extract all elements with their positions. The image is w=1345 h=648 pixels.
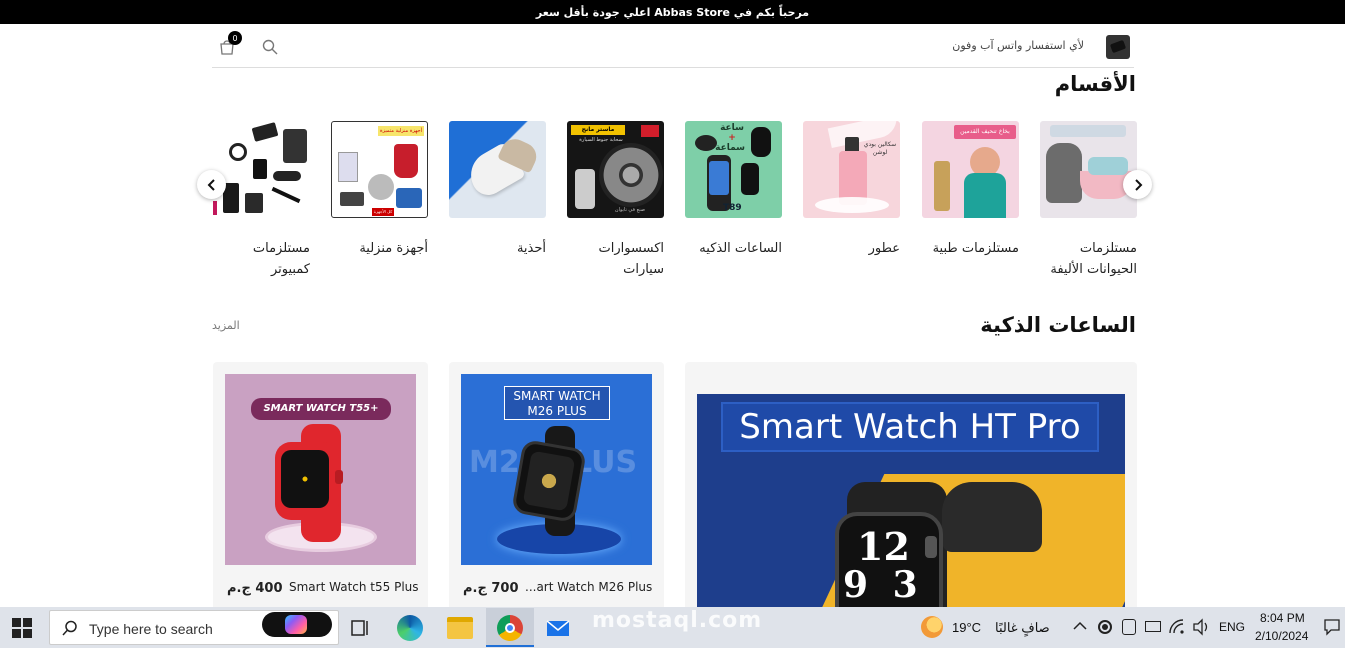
product-card[interactable]: SMART WATCH T55+ Smart Watch t55 Plus 40…	[213, 362, 428, 612]
mail-icon[interactable]	[545, 615, 571, 641]
product-card[interactable]: M26 PLUS SMART WATCH M26 PLUS ...art Wat…	[449, 362, 664, 612]
m26-banner-line2: M26 PLUS	[527, 404, 587, 418]
chrome-icon[interactable]	[497, 615, 523, 641]
category-label: أجهزة منزلية	[359, 241, 428, 256]
perfume-tag: سكالين بودي لوشن	[863, 141, 897, 156]
watch-line1: ساعة	[720, 123, 744, 133]
battery-icon[interactable]	[1145, 621, 1161, 632]
car-brand: ماستر مانج	[571, 125, 625, 135]
site-header: لأي استفسار واتس آب وفون 0	[212, 26, 1134, 68]
watch-line2: +	[728, 133, 736, 143]
category-card[interactable]: ماستر مانج سحابة جنوط السيارة صنع في تاي…	[567, 121, 664, 280]
weather-text[interactable]: صافٍ غالبًا	[995, 620, 1050, 636]
taskbar-search-placeholder: Type here to search	[89, 621, 213, 637]
file-explorer-icon[interactable]	[447, 617, 473, 639]
category-card[interactable]: مستلزمات الحيوانات الأليفة	[1040, 121, 1137, 280]
category-image	[213, 121, 310, 218]
category-image: أجهزة منزلية متميزة كل الأجهزة	[331, 121, 428, 218]
product-image: SMART WATCH T55+	[225, 374, 416, 565]
cart-count-badge: 0	[228, 31, 242, 45]
category-label: مستلزمات كمبيوتر	[252, 241, 310, 277]
announcement-text: مرحباً بكم في Abbas Store اعلي جودة بأقل…	[535, 5, 810, 19]
weather-icon[interactable]	[921, 616, 943, 638]
copilot-icon	[285, 615, 307, 634]
product-card-featured[interactable]: Smart Watch HT Pro 12 9 3	[685, 362, 1137, 612]
category-image	[1040, 121, 1137, 218]
notification-icon[interactable]	[1323, 618, 1341, 636]
chevron-left-icon	[207, 178, 215, 191]
t55-banner: SMART WATCH T55+	[251, 398, 391, 420]
category-image: ماستر مانج سحابة جنوط السيارة صنع في تاي…	[567, 121, 664, 218]
carousel-prev-button[interactable]	[197, 170, 226, 199]
chevron-up-icon[interactable]	[1073, 621, 1087, 631]
product-price: 700 ج.م	[463, 581, 519, 596]
search-icon[interactable]	[262, 39, 278, 55]
record-icon[interactable]	[1098, 620, 1112, 634]
car-foot: صنع في تايوان	[614, 207, 645, 213]
category-label: أحذية	[516, 241, 546, 256]
watch-model: T89	[723, 203, 742, 213]
home-banner: أجهزة منزلية متميزة	[378, 126, 424, 136]
product-name[interactable]: Smart Watch t55 Plus	[289, 580, 419, 594]
product-image: Smart Watch HT Pro 12 9 3	[697, 394, 1125, 612]
copilot-button[interactable]	[262, 612, 332, 637]
product-image: M26 PLUS SMART WATCH M26 PLUS	[461, 374, 652, 565]
volume-icon[interactable]	[1192, 618, 1210, 636]
product-name[interactable]: ...art Watch M26 Plus	[525, 580, 652, 594]
category-image: ساعة + سماعة T89	[685, 121, 782, 218]
categories-title: الأقسام	[1054, 72, 1136, 96]
contact-text[interactable]: لأي استفسار واتس آب وفون	[952, 39, 1084, 52]
category-card[interactable]: ساعة + سماعة T89 الساعات الذكيه	[685, 121, 782, 259]
categories-carousel: مستلزمات الحيوانات الأليفة بخاخ تنحيف ال…	[197, 118, 1152, 288]
clock-time[interactable]: 8:04 PM	[1260, 611, 1305, 625]
windows-start-icon[interactable]	[12, 618, 32, 638]
carousel-next-button[interactable]	[1123, 170, 1152, 199]
watch-face-hour: 12	[857, 524, 910, 569]
search-icon	[62, 620, 77, 636]
category-card[interactable]: أحذية	[449, 121, 546, 259]
smart-watches-title: الساعات الذكية	[980, 313, 1136, 337]
medical-banner: بخاخ تنحيف القدمين	[954, 125, 1016, 139]
clock-date[interactable]: 2/10/2024	[1255, 629, 1308, 643]
watch-face-min: 9 3	[843, 564, 924, 606]
watermark: mostaql.com	[592, 608, 763, 633]
category-label: مستلزمات طبية	[932, 241, 1019, 256]
wifi-icon[interactable]	[1168, 618, 1186, 636]
task-view-icon[interactable]	[347, 615, 373, 641]
edge-icon[interactable]	[397, 615, 423, 641]
category-image: سكالين بودي لوشن	[803, 121, 900, 218]
home-foot: كل الأجهزة	[372, 208, 394, 216]
product-price: 400 ج.م	[227, 581, 283, 596]
store-logo[interactable]	[1106, 35, 1130, 59]
category-image: بخاخ تنحيف القدمين	[922, 121, 1019, 218]
category-label: عطور	[868, 241, 900, 256]
announcement-bar: مرحباً بكم في Abbas Store اعلي جودة بأقل…	[0, 0, 1345, 24]
active-indicator	[486, 645, 534, 647]
product-banner: Smart Watch HT Pro	[721, 402, 1099, 452]
watch-line3: سماعة	[715, 143, 745, 153]
temperature[interactable]: 19°C	[952, 620, 981, 635]
language-indicator[interactable]: ENG	[1219, 620, 1245, 634]
category-card[interactable]: أجهزة منزلية متميزة كل الأجهزة أجهزة منز…	[331, 121, 428, 259]
category-label: الساعات الذكيه	[699, 241, 782, 256]
car-sub: سحابة جنوط السيارة	[579, 137, 623, 143]
m26-banner-line1: SMART WATCH	[513, 389, 601, 403]
chevron-right-icon	[1134, 178, 1142, 191]
meet-icon[interactable]	[1122, 619, 1136, 635]
more-link[interactable]: المزيد	[212, 319, 240, 332]
category-label: مستلزمات الحيوانات الأليفة	[1050, 241, 1137, 277]
category-card[interactable]: مستلزمات كمبيوتر	[213, 121, 310, 280]
category-image	[449, 121, 546, 218]
category-card[interactable]: سكالين بودي لوشن عطور	[803, 121, 900, 259]
category-label: اكسسوارات سيارات	[598, 241, 664, 277]
category-card[interactable]: بخاخ تنحيف القدمين مستلزمات طبية	[922, 121, 1019, 259]
